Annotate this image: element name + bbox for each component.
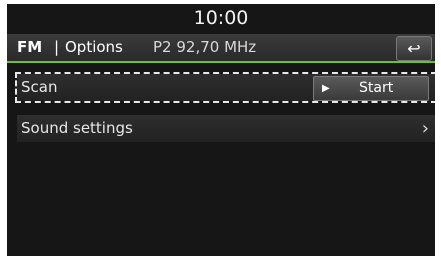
header-bar: FM | Options P2 92,70 MHz ↩ bbox=[7, 34, 435, 63]
play-icon: ▶ bbox=[322, 83, 330, 94]
infotainment-screen: 10:00 FM | Options P2 92,70 MHz ↩ Scan ▶… bbox=[7, 4, 435, 256]
clock: 10:00 bbox=[193, 7, 249, 29]
header-separator: | bbox=[54, 38, 60, 56]
back-arrow-icon: ↩ bbox=[407, 39, 421, 58]
menu-item-sound-settings[interactable]: Sound settings › bbox=[17, 115, 435, 142]
start-label: Start bbox=[359, 80, 394, 96]
chevron-right-icon: › bbox=[421, 118, 429, 139]
preset-frequency: P2 92,70 MHz bbox=[153, 38, 257, 56]
scan-label: Scan bbox=[21, 78, 58, 96]
sound-settings-label: Sound settings bbox=[21, 119, 133, 137]
back-button[interactable]: ↩ bbox=[396, 36, 432, 61]
menu-item-scan[interactable]: Scan ▶ Start bbox=[15, 72, 435, 103]
page-title: Options bbox=[65, 38, 123, 56]
source-label: FM bbox=[17, 38, 43, 56]
start-scan-button[interactable]: ▶ Start bbox=[313, 76, 429, 101]
